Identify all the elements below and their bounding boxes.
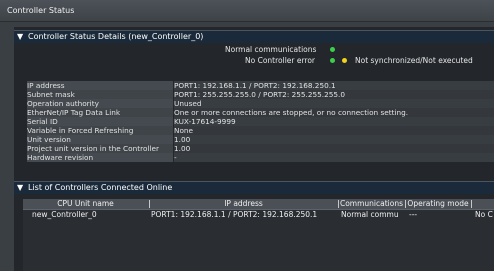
details-key: IP address (27, 81, 173, 90)
table-header: CPU Unit name IP address Communications … (23, 199, 494, 210)
cell-ip-address: PORT1: 192.168.1.1 / PORT2: 192.168.250.… (151, 210, 318, 219)
details-value: 1.00 (174, 135, 494, 144)
column-header-cpu-unit-name[interactable]: CPU Unit name (23, 199, 148, 209)
cell-communications: Normal commu (341, 210, 399, 219)
details-row: Variable in Forced Refreshing None (23, 126, 494, 135)
details-value: Unused (174, 99, 494, 108)
list-section-title: List of Controllers Connected Online (28, 183, 173, 192)
details-value: KUX-17614-9999 (174, 117, 494, 126)
comm-status-green-icon (330, 47, 335, 52)
column-resize-handle[interactable] (471, 200, 472, 208)
details-row: Serial ID KUX-17614-9999 (23, 117, 494, 126)
details-row: Unit version 1.00 (23, 135, 494, 144)
window-title-bar: Controller Status (0, 0, 494, 22)
details-row: Subnet mask PORT1: 255.255.255.0 / PORT2… (23, 90, 494, 99)
details-value: None (174, 126, 494, 135)
details-key: Hardware revision (27, 153, 173, 162)
table-row[interactable]: new_Controller_0 PORT1: 192.168.1.1 / PO… (23, 210, 494, 220)
details-key: Subnet mask (27, 90, 173, 99)
column-header-ip-address[interactable]: IP address (150, 199, 337, 209)
details-row: Operation authority Unused (23, 99, 494, 108)
sync-status-yellow-icon (342, 58, 347, 63)
column-header-operating-mode[interactable]: Operating mode (406, 199, 470, 209)
sync-status-label: Not synchronized/Not executed (355, 56, 473, 65)
details-key: Unit version (27, 135, 173, 144)
cell-operating-mode: --- (409, 210, 418, 219)
details-key: Serial ID (27, 117, 173, 126)
details-value: One or more connections are stopped, or … (174, 108, 494, 117)
collapse-triangle-icon[interactable]: ▼ (17, 183, 23, 192)
details-key: Variable in Forced Refreshing (27, 126, 173, 135)
details-key: Project unit version in the Controller (27, 144, 173, 153)
error-status-green-icon (330, 58, 335, 63)
status-section-header[interactable]: ▼ Controller Status Details (new_Control… (14, 30, 494, 43)
window-title: Controller Status (7, 6, 75, 15)
controllers-list-table: CPU Unit name IP address Communications … (23, 199, 494, 271)
details-value: PORT1: 192.168.1.1 / PORT2: 192.168.250.… (174, 81, 494, 90)
details-key: EtherNet/IP Tag Data Link (27, 108, 173, 117)
controller-error-label: No Controller error (245, 56, 316, 65)
details-value: 1.00 (174, 144, 494, 153)
cell-cpu-unit-name: new_Controller_0 (32, 210, 97, 219)
details-row: IP address PORT1: 192.168.1.1 / PORT2: 1… (23, 81, 494, 90)
list-section-header[interactable]: ▼ List of Controllers Connected Online (14, 181, 494, 194)
collapse-triangle-icon[interactable]: ▼ (17, 32, 23, 41)
details-row: EtherNet/IP Tag Data Link One or more co… (23, 108, 494, 117)
column-header-communications[interactable]: Communications (339, 199, 404, 209)
normal-communications-label: Normal communications (225, 45, 317, 54)
details-row: Hardware revision - (23, 153, 494, 162)
details-value: - (174, 153, 494, 162)
cell-extra: No C (475, 210, 493, 219)
status-section-title: Controller Status Details (new_Controlle… (28, 32, 204, 41)
details-value: PORT1: 255.255.255.0 / PORT2: 255.255.25… (174, 90, 494, 99)
details-key: Operation authority (27, 99, 173, 108)
details-row: Project unit version in the Controller 1… (23, 144, 494, 153)
details-table: IP address PORT1: 192.168.1.1 / PORT2: 1… (23, 81, 494, 162)
